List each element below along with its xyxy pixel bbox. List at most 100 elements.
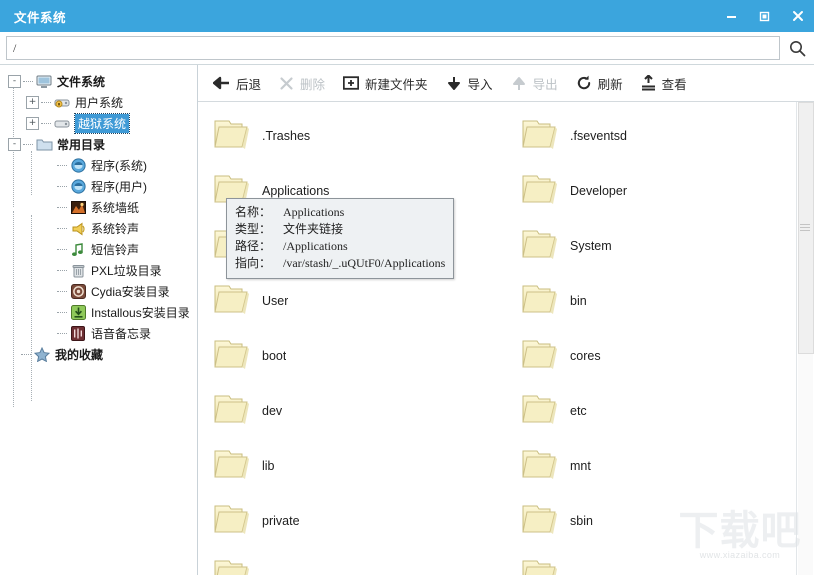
refresh-button[interactable]: 刷新: [567, 68, 632, 98]
tree-connector: [57, 333, 67, 334]
file-item[interactable]: [198, 548, 506, 575]
bell-icon: [69, 221, 87, 237]
file-item[interactable]: mnt: [506, 438, 814, 493]
toolbar-button-label: 导出: [532, 77, 558, 92]
sidebar-item-label: 用户系统: [75, 96, 124, 110]
folder-icon: [206, 553, 258, 575]
collapse-toggle-icon[interactable]: -: [8, 75, 21, 88]
toolbar-button-label: 导入: [467, 77, 493, 92]
search-icon[interactable]: [780, 33, 814, 63]
voice-memo-icon: [69, 326, 87, 342]
sidebar-item-7[interactable]: 系统墙纸: [0, 197, 197, 218]
sidebar-item-3[interactable]: + 越狱系统: [0, 113, 197, 134]
sidebar-item-1[interactable]: - 文件系统: [0, 71, 197, 92]
sidebar-item-6[interactable]: 程序(用户): [0, 176, 197, 197]
file-item[interactable]: dev: [198, 383, 506, 438]
sidebar-item-11[interactable]: Cydia安装目录: [0, 281, 197, 302]
file-item[interactable]: System: [506, 218, 814, 273]
sidebar-item-10[interactable]: PXL垃圾目录: [0, 260, 197, 281]
tree-indent-spacer: [44, 223, 55, 234]
tooltip-row: 类型： 文件夹链接: [235, 221, 445, 238]
file-item[interactable]: cores: [506, 328, 814, 383]
file-grid: .Trashes .fseventsd Applications Developer S…: [198, 102, 814, 575]
tooltip-row: 路径： /Applications: [235, 238, 445, 255]
file-item[interactable]: etc: [506, 383, 814, 438]
download-icon: [69, 305, 87, 321]
sidebar-item-8[interactable]: 系统铃声: [0, 218, 197, 239]
new-folder-icon: [343, 76, 360, 90]
folder-icon: [206, 388, 258, 434]
address-input[interactable]: /: [6, 36, 780, 60]
import-button[interactable]: 导入: [437, 68, 502, 98]
folder-icon: [206, 443, 258, 489]
sidebar-item-5[interactable]: 程序(系统): [0, 155, 197, 176]
file-item[interactable]: lib: [198, 438, 506, 493]
computer-icon: [35, 74, 53, 90]
trash-icon: [69, 263, 87, 279]
file-item[interactable]: .Trashes: [198, 108, 506, 163]
folder-icon: [35, 137, 53, 153]
file-item[interactable]: [506, 548, 814, 575]
sidebar-item-14[interactable]: 我的收藏: [0, 344, 197, 365]
sidebar-node-list: - 文件系统 + 用户系统 + 越狱系统 - 常用目录 程序(系统) 程序(用户) 系统墙纸系统铃声…: [0, 71, 197, 365]
sidebar-item-4[interactable]: - 常用目录: [0, 134, 197, 155]
file-item[interactable]: Developer: [506, 163, 814, 218]
file-item-label: boot: [262, 348, 287, 363]
sidebar-item-label: 系统铃声: [91, 222, 140, 236]
tree-connector: [41, 123, 51, 124]
sidebar-item-label: Installous安装目录: [91, 306, 190, 320]
file-item-label: Applications: [262, 183, 330, 198]
expand-toggle-icon[interactable]: +: [26, 96, 39, 109]
scrollbar-track[interactable]: [798, 354, 813, 575]
file-item-label: Developer: [570, 183, 627, 198]
file-item[interactable]: bin: [506, 273, 814, 328]
toolbar-button-label: 新建文件夹: [365, 77, 428, 92]
collapse-toggle-icon[interactable]: -: [8, 138, 21, 151]
folder-icon: [514, 168, 566, 214]
folder-icon: [514, 553, 566, 575]
main-pane: 后退 删除 新建文件夹 导入 导出 刷新 查看 .Trashes .fseventsd Appl…: [198, 65, 814, 575]
toolbar-button-label: 查看: [661, 77, 687, 92]
minimize-button[interactable]: [715, 0, 748, 32]
sidebar-item-label: Cydia安装目录: [91, 285, 170, 299]
new-folder-button[interactable]: 新建文件夹: [334, 68, 437, 98]
vertical-scrollbar[interactable]: [796, 102, 814, 575]
file-item-label: mnt: [570, 458, 591, 473]
expand-toggle-icon[interactable]: +: [26, 117, 39, 130]
tree-connector: [57, 207, 67, 208]
tree-connector: [57, 165, 67, 166]
tree-indent-spacer: [44, 307, 55, 318]
sidebar-tree: - 文件系统 + 用户系统 + 越狱系统 - 常用目录 程序(系统) 程序(用户) 系统墙纸系统铃声…: [0, 65, 198, 575]
file-item[interactable]: User: [198, 273, 506, 328]
file-item[interactable]: sbin: [506, 493, 814, 548]
file-item[interactable]: .fseventsd: [506, 108, 814, 163]
wallpaper-icon: [69, 200, 87, 216]
file-item-label: bin: [570, 293, 587, 308]
sidebar-item-label: 越狱系统: [73, 113, 131, 134]
tooltip-row: 指向： /var/stash/_.uQUtF0/Applications: [235, 255, 445, 272]
sidebar-item-9[interactable]: 短信铃声: [0, 239, 197, 260]
sidebar-item-2[interactable]: + 用户系统: [0, 92, 197, 113]
file-item-label: .fseventsd: [570, 128, 627, 143]
view-icon: [641, 75, 656, 91]
close-button[interactable]: [781, 0, 814, 32]
back-button[interactable]: 后退: [204, 68, 270, 98]
file-item[interactable]: boot: [198, 328, 506, 383]
drive-icon: [53, 116, 71, 132]
file-item-label: dev: [262, 403, 283, 418]
view-button[interactable]: 查看: [632, 68, 696, 98]
title-bar: 文件系统: [0, 0, 814, 32]
star-icon: [33, 347, 51, 363]
window-title: 文件系统: [14, 10, 67, 25]
tree-indent-spacer: [44, 286, 55, 297]
tree-indent-spacer: [44, 181, 55, 192]
maximize-button[interactable]: [748, 0, 781, 32]
file-item[interactable]: private: [198, 493, 506, 548]
sidebar-item-label: 程序(用户): [91, 180, 147, 194]
arrow-left-icon: [213, 76, 230, 90]
window-body: - 文件系统 + 用户系统 + 越狱系统 - 常用目录 程序(系统) 程序(用户) 系统墙纸系统铃声…: [0, 65, 814, 575]
tree-connector: [41, 102, 51, 103]
sidebar-item-13[interactable]: 语音备忘录: [0, 323, 197, 344]
tree-indent-spacer: [8, 349, 19, 360]
sidebar-item-12[interactable]: Installous安装目录: [0, 302, 197, 323]
